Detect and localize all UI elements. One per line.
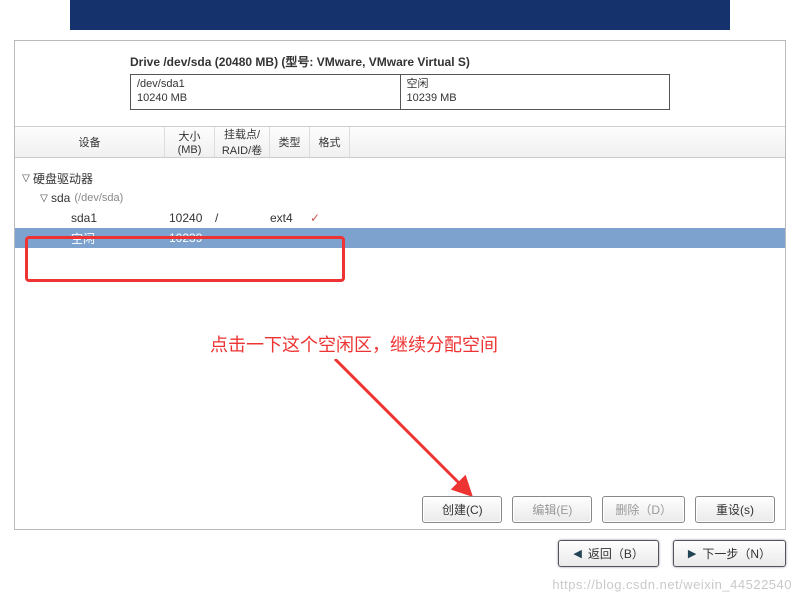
drive-part-name: 空闲 <box>407 77 664 91</box>
device-tree: 硬盘驱动器 sda (/dev/sda) sda1 10240 / ext4 空… <box>15 168 785 248</box>
title-banner <box>70 0 730 30</box>
annotation-text: 点击一下这个空闲区，继续分配空间 <box>210 331 498 357</box>
drive-part-free[interactable]: 空闲 10239 MB <box>401 75 670 109</box>
wizard-nav: ◀ 返回（B） ▶ 下一步（N） <box>0 530 800 567</box>
chevron-down-icon[interactable] <box>37 193 51 204</box>
drive-summary: Drive /dev/sda (20480 MB) (型号: VMware, V… <box>130 51 670 110</box>
col-size[interactable]: 大小 (MB) <box>165 127 215 157</box>
drive-part-name: /dev/sda1 <box>137 77 394 91</box>
tree-disk[interactable]: sda (/dev/sda) <box>15 188 785 208</box>
table-header: 设备 大小 (MB) 挂载点/ RAID/卷 类型 格式 <box>15 126 785 158</box>
row-mount: / <box>215 211 270 225</box>
reset-button[interactable]: 重设(s) <box>695 496 775 523</box>
checkmark-icon <box>310 211 350 225</box>
col-format[interactable]: 格式 <box>310 127 350 157</box>
drive-title: Drive /dev/sda (20480 MB) (型号: VMware, V… <box>130 51 670 74</box>
back-label: 返回（B） <box>588 545 644 562</box>
next-button[interactable]: ▶ 下一步（N） <box>673 540 786 567</box>
tree-disk-path: (/dev/sda) <box>74 192 123 204</box>
row-size: 10240 <box>165 211 215 225</box>
col-mount[interactable]: 挂载点/ RAID/卷 <box>215 127 270 157</box>
row-name: 空闲 <box>15 230 165 247</box>
partition-panel: Drive /dev/sda (20480 MB) (型号: VMware, V… <box>14 40 786 530</box>
arrow-left-icon: ◀ <box>573 547 581 560</box>
action-bar: 创建(C) 编辑(E) 删除（D） 重设(s) <box>15 490 785 529</box>
drive-part-size: 10239 MB <box>407 91 664 105</box>
row-name: sda1 <box>15 211 165 225</box>
create-button[interactable]: 创建(C) <box>422 496 502 523</box>
chevron-down-icon[interactable] <box>19 173 33 184</box>
edit-button: 编辑(E) <box>512 496 592 523</box>
tree-root-label: 硬盘驱动器 <box>33 170 93 187</box>
col-device[interactable]: 设备 <box>15 127 165 157</box>
back-button[interactable]: ◀ 返回（B） <box>558 540 658 567</box>
drive-part-size: 10240 MB <box>137 91 394 105</box>
row-size: 10239 <box>165 231 215 245</box>
next-label: 下一步（N） <box>702 545 771 562</box>
drive-bar: /dev/sda1 10240 MB 空闲 10239 MB <box>130 74 670 110</box>
delete-button: 删除（D） <box>602 496 685 523</box>
partition-table: 设备 大小 (MB) 挂载点/ RAID/卷 类型 格式 硬盘驱动器 sda (… <box>15 126 785 248</box>
table-row[interactable]: sda1 10240 / ext4 <box>15 208 785 228</box>
row-type: ext4 <box>270 211 310 225</box>
watermark: https://blog.csdn.net/weixin_44522540 <box>552 577 792 592</box>
table-row[interactable]: 空闲 10239 <box>15 228 785 248</box>
tree-root[interactable]: 硬盘驱动器 <box>15 168 785 188</box>
arrow-right-icon: ▶ <box>688 547 696 560</box>
drive-part-sda1[interactable]: /dev/sda1 10240 MB <box>131 75 401 109</box>
col-spacer <box>350 127 785 157</box>
tree-disk-name: sda <box>51 191 70 205</box>
col-type[interactable]: 类型 <box>270 127 310 157</box>
